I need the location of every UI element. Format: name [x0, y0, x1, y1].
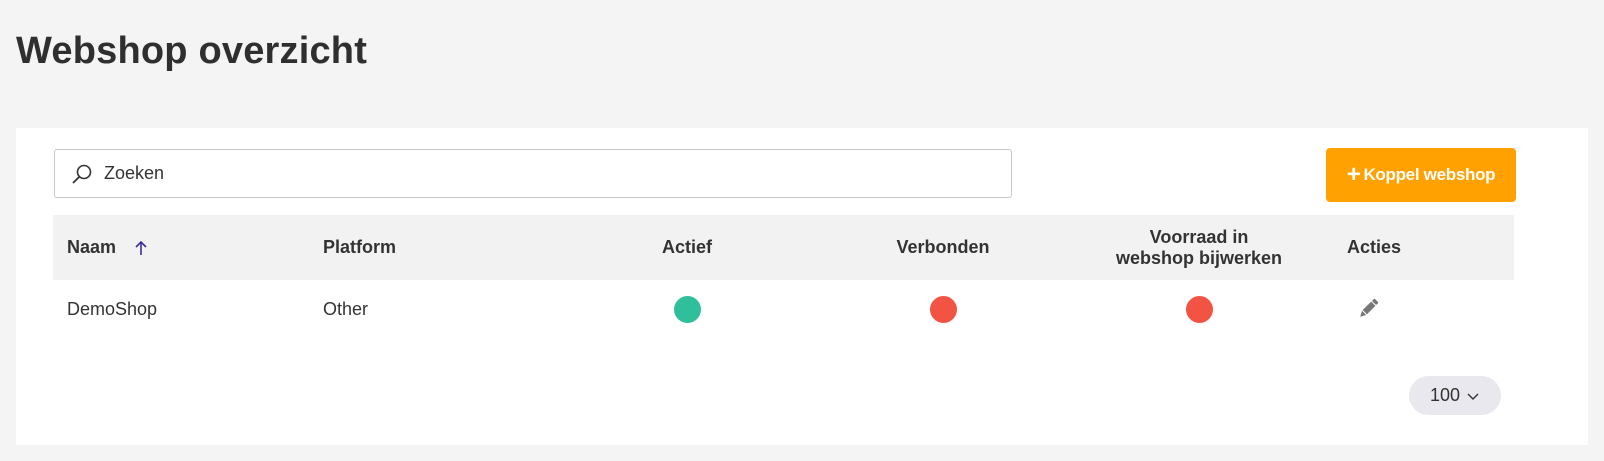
status-dot-stock-update	[1185, 295, 1213, 323]
webshop-table: Naam Platform Actief Verbonden Voorraad …	[53, 215, 1514, 338]
cell-stock-update	[1099, 280, 1299, 338]
column-header-stock-update[interactable]: Voorraad in webshop bijwerken	[1109, 215, 1289, 280]
arrow-up-icon	[134, 239, 148, 257]
add-webshop-button-label: Koppel webshop	[1363, 165, 1496, 184]
search-icon	[70, 162, 94, 186]
plus-icon: +	[1346, 161, 1361, 188]
column-header-actions: Acties	[1347, 215, 1401, 280]
page-size-value: 100	[1429, 385, 1461, 405]
column-header-stock-update-label: Voorraad in webshop bijwerken	[1115, 226, 1283, 268]
cell-platform: Other	[323, 298, 369, 319]
pencil-icon[interactable]	[1355, 296, 1381, 322]
column-header-actions-label: Acties	[1347, 237, 1402, 257]
webshop-card: + Koppel webshop Naam Platform Actief	[16, 128, 1588, 445]
status-dot-active	[673, 295, 701, 323]
cell-name: DemoShop	[67, 298, 158, 319]
column-header-connected[interactable]: Verbonden	[843, 215, 1043, 280]
column-header-platform-label: Platform	[323, 237, 397, 257]
cell-actions	[1355, 280, 1381, 338]
cell-connected	[843, 280, 1043, 338]
add-webshop-button[interactable]: + Koppel webshop	[1326, 148, 1516, 202]
table-header: Naam Platform Actief Verbonden Voorraad …	[53, 215, 1514, 280]
column-header-active-label: Actief	[661, 237, 712, 257]
cell-active	[587, 280, 787, 338]
table-row: DemoShop Other	[53, 280, 1514, 338]
page-title: Webshop overzicht	[16, 30, 368, 72]
search-box[interactable]	[54, 149, 1012, 198]
column-header-name-label: Naam	[67, 237, 117, 257]
column-header-name[interactable]: Naam	[67, 215, 148, 280]
status-dot-connected	[929, 295, 957, 323]
chevron-down-icon	[1466, 391, 1480, 401]
search-input[interactable]	[104, 163, 984, 184]
column-header-active[interactable]: Actief	[587, 215, 787, 280]
column-header-platform[interactable]: Platform	[323, 215, 396, 280]
column-header-connected-label: Verbonden	[896, 237, 990, 257]
page-size-select[interactable]: 100	[1409, 376, 1501, 415]
